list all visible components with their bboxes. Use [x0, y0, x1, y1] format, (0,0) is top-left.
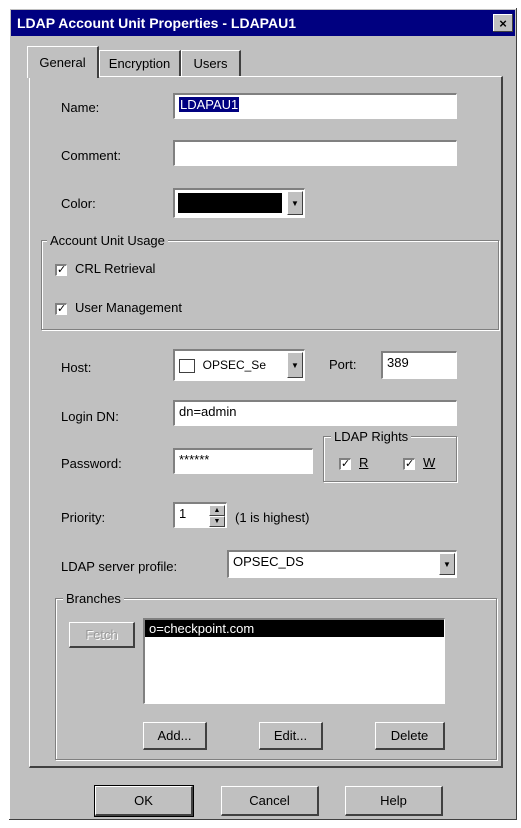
crl-retrieval-checkbox[interactable]: ✓ [55, 264, 67, 276]
check-icon: ✓ [341, 458, 351, 470]
password-input-value: ****** [179, 452, 210, 467]
host-dropdown-button[interactable]: ▼ [287, 352, 303, 378]
priority-up-button[interactable]: ▲ [209, 505, 225, 516]
name-input-value: LDAPAU1 [179, 97, 240, 112]
login-dn-input-value: dn=admin [179, 404, 237, 419]
chevron-down-icon: ▼ [213, 518, 221, 525]
tab-general-label: General [39, 55, 86, 70]
window-title: LDAP Account Unit Properties - LDAPAU1 [17, 15, 296, 31]
edit-branch-button-label: Edit... [273, 728, 308, 743]
tab-users[interactable]: Users [181, 50, 241, 76]
server-profile-dropdown-button[interactable]: ▼ [439, 553, 455, 575]
login-dn-input[interactable]: dn=admin [173, 400, 457, 426]
host-select-value: OPSEC_Se [202, 358, 266, 372]
ok-button-label: OK [134, 793, 153, 808]
host-select[interactable]: OPSEC_Se ▼ [173, 349, 305, 381]
add-branch-button-label: Add... [157, 728, 192, 743]
add-branch-button[interactable]: Add... [143, 722, 207, 750]
delete-branch-button[interactable]: Delete [375, 722, 445, 750]
title-bar[interactable]: LDAP Account Unit Properties - LDAPAU1 × [11, 10, 515, 36]
color-swatch [178, 193, 282, 213]
name-label: Name: [61, 100, 100, 115]
color-dropdown-button[interactable]: ▼ [287, 191, 303, 215]
help-button-label: Help [380, 793, 407, 808]
priority-stepper[interactable]: 1 ▲ ▼ [173, 502, 227, 528]
chevron-down-icon: ▼ [291, 198, 299, 208]
read-right-label: R [359, 455, 369, 470]
tab-general[interactable]: General [27, 46, 99, 78]
edit-branch-button[interactable]: Edit... [259, 722, 323, 750]
comment-label: Comment: [61, 148, 121, 163]
priority-hint: (1 is highest) [235, 510, 310, 525]
read-right-checkbox[interactable]: ✓ [339, 458, 351, 470]
port-label: Port: [329, 357, 357, 372]
login-dn-label: Login DN: [61, 409, 119, 424]
fetch-button-label: Fetch [85, 627, 118, 642]
server-profile-value: OPSEC_DS [233, 554, 304, 569]
check-icon: ✓ [405, 458, 415, 470]
ok-button[interactable]: OK [95, 786, 193, 816]
delete-branch-button-label: Delete [390, 728, 429, 743]
chevron-down-icon: ▼ [291, 360, 299, 370]
write-right-checkbox[interactable]: ✓ [403, 458, 415, 470]
comment-input[interactable] [173, 140, 457, 166]
crl-retrieval-label: CRL Retrieval [75, 261, 156, 276]
name-input[interactable]: LDAPAU1 [173, 93, 457, 119]
tab-encryption-label: Encryption [108, 56, 171, 71]
write-right-label: W [423, 455, 436, 470]
priority-value: 1 [179, 506, 187, 521]
dialog-window: LDAP Account Unit Properties - LDAPAU1 ×… [9, 8, 517, 820]
server-profile-label: LDAP server profile: [61, 559, 178, 574]
tab-users-label: Users [193, 56, 228, 71]
account-unit-usage-group [41, 240, 499, 330]
branch-list-item[interactable]: o=checkpoint.com [145, 620, 444, 637]
priority-label: Priority: [61, 510, 106, 525]
chevron-up-icon: ▲ [213, 507, 221, 514]
cancel-button-label: Cancel [249, 793, 290, 808]
color-label: Color: [61, 196, 96, 211]
check-icon: ✓ [57, 264, 67, 276]
chevron-down-icon: ▼ [443, 559, 451, 569]
server-profile-select[interactable]: OPSEC_DS ▼ [227, 550, 457, 578]
branches-list[interactable]: o=checkpoint.com [143, 618, 445, 704]
check-icon: ✓ [57, 303, 67, 315]
help-button[interactable]: Help [345, 786, 443, 816]
password-input[interactable]: ****** [173, 448, 313, 474]
host-label: Host: [61, 360, 92, 375]
host-object-icon [179, 358, 195, 373]
password-label: Password: [61, 456, 122, 471]
port-input[interactable]: 389 [381, 351, 457, 379]
user-management-checkbox[interactable]: ✓ [55, 303, 67, 315]
fetch-button[interactable]: Fetch [69, 622, 135, 648]
close-icon: × [499, 15, 507, 31]
tab-encryption[interactable]: Encryption [99, 50, 181, 76]
cancel-button[interactable]: Cancel [221, 786, 319, 816]
color-select[interactable]: ▼ [173, 188, 305, 218]
priority-down-button[interactable]: ▼ [209, 516, 225, 527]
branches-title: Branches [63, 591, 124, 606]
port-input-value: 389 [387, 355, 409, 370]
user-management-label: User Management [75, 300, 182, 315]
account-unit-usage-title: Account Unit Usage [47, 233, 168, 248]
close-button[interactable]: × [493, 14, 513, 32]
ldap-rights-title: LDAP Rights [331, 429, 412, 444]
